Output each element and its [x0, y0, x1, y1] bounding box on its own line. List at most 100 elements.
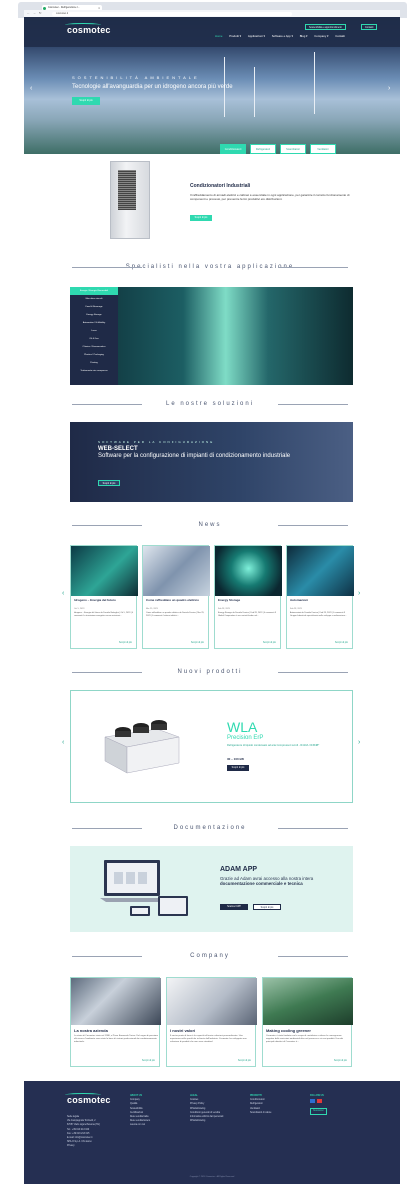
- company-image: [263, 978, 353, 1025]
- linkedin-icon[interactable]: [310, 1099, 315, 1104]
- section-heading-company: Company: [72, 953, 348, 959]
- turbine-graphic: [314, 52, 315, 114]
- news-title[interactable]: Energy Storage: [218, 598, 278, 603]
- application-item[interactable]: Trattamento aria compressa: [70, 367, 118, 375]
- section-heading-solutions: Le nostre soluzioni: [72, 401, 348, 407]
- contacts-top-button[interactable]: Contatti: [361, 24, 378, 30]
- main-menu: Home Prodotti ▾ Applicazioni ▾ Software …: [209, 34, 345, 38]
- hero-title: Tecnologie all'avanguardia per un idroge…: [72, 84, 233, 90]
- news-card[interactable]: Come raffreddare un quadro elettrico Mar…: [142, 545, 210, 649]
- chevron-left-icon[interactable]: ‹: [30, 85, 32, 92]
- product-button[interactable]: Scopri di più: [227, 765, 249, 771]
- footer-address: Sede legale Via Campagnola Torricelli, 2…: [67, 1115, 100, 1149]
- application-item[interactable]: Automotive / E-Mobility: [70, 319, 118, 327]
- company-card[interactable]: I nostri valori Il nostro punto di forza…: [166, 977, 257, 1067]
- news-more-link[interactable]: Scopri di più: [335, 641, 348, 644]
- company-more-link[interactable]: Scopri di più: [238, 1059, 251, 1062]
- applications-panel: Energie / Energie Rinnovabili Macchine u…: [70, 287, 353, 385]
- footer-link[interactable]: Whistleblowing: [190, 1119, 223, 1123]
- hero-cta-button[interactable]: Scopri di più: [72, 97, 100, 105]
- application-item[interactable]: Food & Beverage: [70, 303, 118, 311]
- news-title[interactable]: Idrogeno – Energia del futuro: [74, 598, 134, 603]
- company-image: [167, 978, 257, 1025]
- news-date: Feb 28, 2023: [218, 608, 230, 610]
- intro-button[interactable]: Scopri di più: [190, 215, 212, 221]
- company-more-link[interactable]: Scopri di più: [142, 1059, 155, 1062]
- section-heading-applications: Specialisti nella vostra applicazione: [72, 264, 348, 270]
- turbine-graphic: [254, 67, 255, 117]
- chevron-left-icon[interactable]: ‹: [62, 590, 64, 597]
- download-app-button[interactable]: Scarica l'APP: [220, 904, 248, 910]
- hero-kicker: SOSTENIBILITÀ AMBIENTALE: [72, 75, 200, 80]
- sustainability-button[interactable]: Sostenibilità e approfondimenti: [305, 24, 346, 30]
- tab-condizionatori[interactable]: Condizionatori: [220, 144, 246, 154]
- news-card[interactable]: Automazioni Feb 28, 2023 Automazioni da …: [286, 545, 354, 649]
- intro-text: Il raffreddamento di armadi elettrici e …: [190, 193, 350, 201]
- product-description: Refrigeratore di liquido condensato ad a…: [227, 744, 320, 747]
- section-heading-news: News: [72, 522, 348, 528]
- chiller-image: [104, 720, 180, 774]
- footer-link[interactable]: Lavora con noi: [130, 1123, 150, 1127]
- site-header: cosmotec Sostenibilità e approfondimenti…: [24, 17, 400, 47]
- web-select-banner: SOFTWARE PER LA CONFIGURAZIONE WEB-SELEC…: [70, 422, 353, 502]
- application-item[interactable]: Printing: [70, 359, 118, 367]
- application-item[interactable]: Energie / Energie Rinnovabili: [70, 287, 118, 295]
- company-card[interactable]: La nostra azienda La storia di Cosmotec …: [70, 977, 161, 1067]
- chevron-right-icon[interactable]: ›: [358, 590, 360, 597]
- web-select-title: WEB-SELECT: [98, 446, 138, 452]
- menu-applications[interactable]: Applicazioni ▾: [248, 34, 265, 38]
- adam-text-bold: documentazione commerciale e tecnica: [220, 881, 303, 886]
- company-title[interactable]: I nostri valori: [170, 1028, 195, 1033]
- company-card[interactable]: Making cooling greener Cosmotec è stata …: [262, 977, 353, 1067]
- chevron-right-icon[interactable]: ›: [358, 739, 360, 746]
- company-title[interactable]: Making cooling greener: [266, 1028, 311, 1033]
- reload-icon[interactable]: ↻: [39, 11, 42, 15]
- menu-products[interactable]: Prodotti ▾: [229, 34, 241, 38]
- tab-refrigeratori[interactable]: Refrigeratori: [250, 144, 276, 154]
- adam-app-banner: ADAM APP Grazie ad Adam avrai accesso al…: [70, 846, 353, 932]
- news-more-link[interactable]: Scopri di più: [263, 641, 276, 644]
- tab-ventilatori[interactable]: Ventilatori: [310, 144, 336, 154]
- news-card[interactable]: Energy Storage Feb 28, 2023 Energy Stora…: [214, 545, 282, 649]
- menu-company[interactable]: Company ▾: [314, 34, 328, 38]
- footer-privacy-link[interactable]: Privacy: [67, 1144, 100, 1148]
- application-item[interactable]: Plastica / Packaging: [70, 351, 118, 359]
- footer-logo[interactable]: cosmotec: [65, 1093, 111, 1105]
- chevron-left-icon[interactable]: ‹: [62, 739, 64, 746]
- menu-software[interactable]: Software e App ▾: [272, 34, 293, 38]
- news-more-link[interactable]: Scopri di più: [191, 641, 204, 644]
- news-excerpt: Automazioni da Daniele Ferrina | Feb 28,…: [290, 612, 347, 617]
- application-item[interactable]: Macchine utensili: [70, 295, 118, 303]
- web-select-subtitle: Software per la configurazione di impian…: [98, 453, 291, 459]
- menu-contacts[interactable]: Contatti: [335, 34, 345, 38]
- tab-scambiatori[interactable]: Scambiatori: [280, 144, 306, 154]
- product-name: WLA: [227, 719, 258, 735]
- company-title[interactable]: La nostra azienda: [74, 1028, 108, 1033]
- application-item[interactable]: Chimico / Farmaceutico: [70, 343, 118, 351]
- logo[interactable]: cosmotec: [65, 23, 111, 35]
- footer-link[interactable]: Scambiatori di calore: [250, 1111, 271, 1115]
- application-item[interactable]: Energy Storage: [70, 311, 118, 319]
- forward-icon[interactable]: →: [33, 11, 36, 15]
- application-item[interactable]: Laser: [70, 327, 118, 335]
- web-select-button[interactable]: Scopri di più: [98, 480, 120, 486]
- doc-more-button[interactable]: Scopri di più: [253, 904, 281, 910]
- web-select-kicker: SOFTWARE PER LA CONFIGURAZIONE: [98, 440, 215, 444]
- youtube-icon[interactable]: [317, 1099, 322, 1104]
- section-heading-new-products: Nuovi prodotti: [72, 669, 348, 675]
- footer-col-follow: FOLLOW US Newsletter: [310, 1094, 327, 1115]
- menu-home[interactable]: Home: [215, 34, 222, 38]
- application-item[interactable]: Oil & Gas: [70, 335, 118, 343]
- news-title[interactable]: Automazioni: [290, 598, 350, 603]
- news-card[interactable]: Idrogeno – Energia del futuro Oct 5, 202…: [70, 545, 138, 649]
- menu-blog[interactable]: Blog ▾: [300, 34, 308, 38]
- news-more-link[interactable]: Scopri di più: [119, 641, 132, 644]
- url-field[interactable]: cosmotec.it: [52, 11, 292, 16]
- chevron-right-icon[interactable]: ›: [388, 85, 390, 92]
- tab-title: Cosmotec - Refrigerazione I...: [48, 6, 80, 9]
- newsletter-button[interactable]: Newsletter: [310, 1108, 327, 1115]
- back-icon[interactable]: ←: [27, 11, 30, 15]
- footer-address-line: 67057 Vado Ligure/Savona (SV): [67, 1124, 100, 1127]
- company-more-link[interactable]: Scopri di più: [334, 1059, 347, 1062]
- news-title[interactable]: Come raffreddare un quadro elettrico: [146, 598, 206, 603]
